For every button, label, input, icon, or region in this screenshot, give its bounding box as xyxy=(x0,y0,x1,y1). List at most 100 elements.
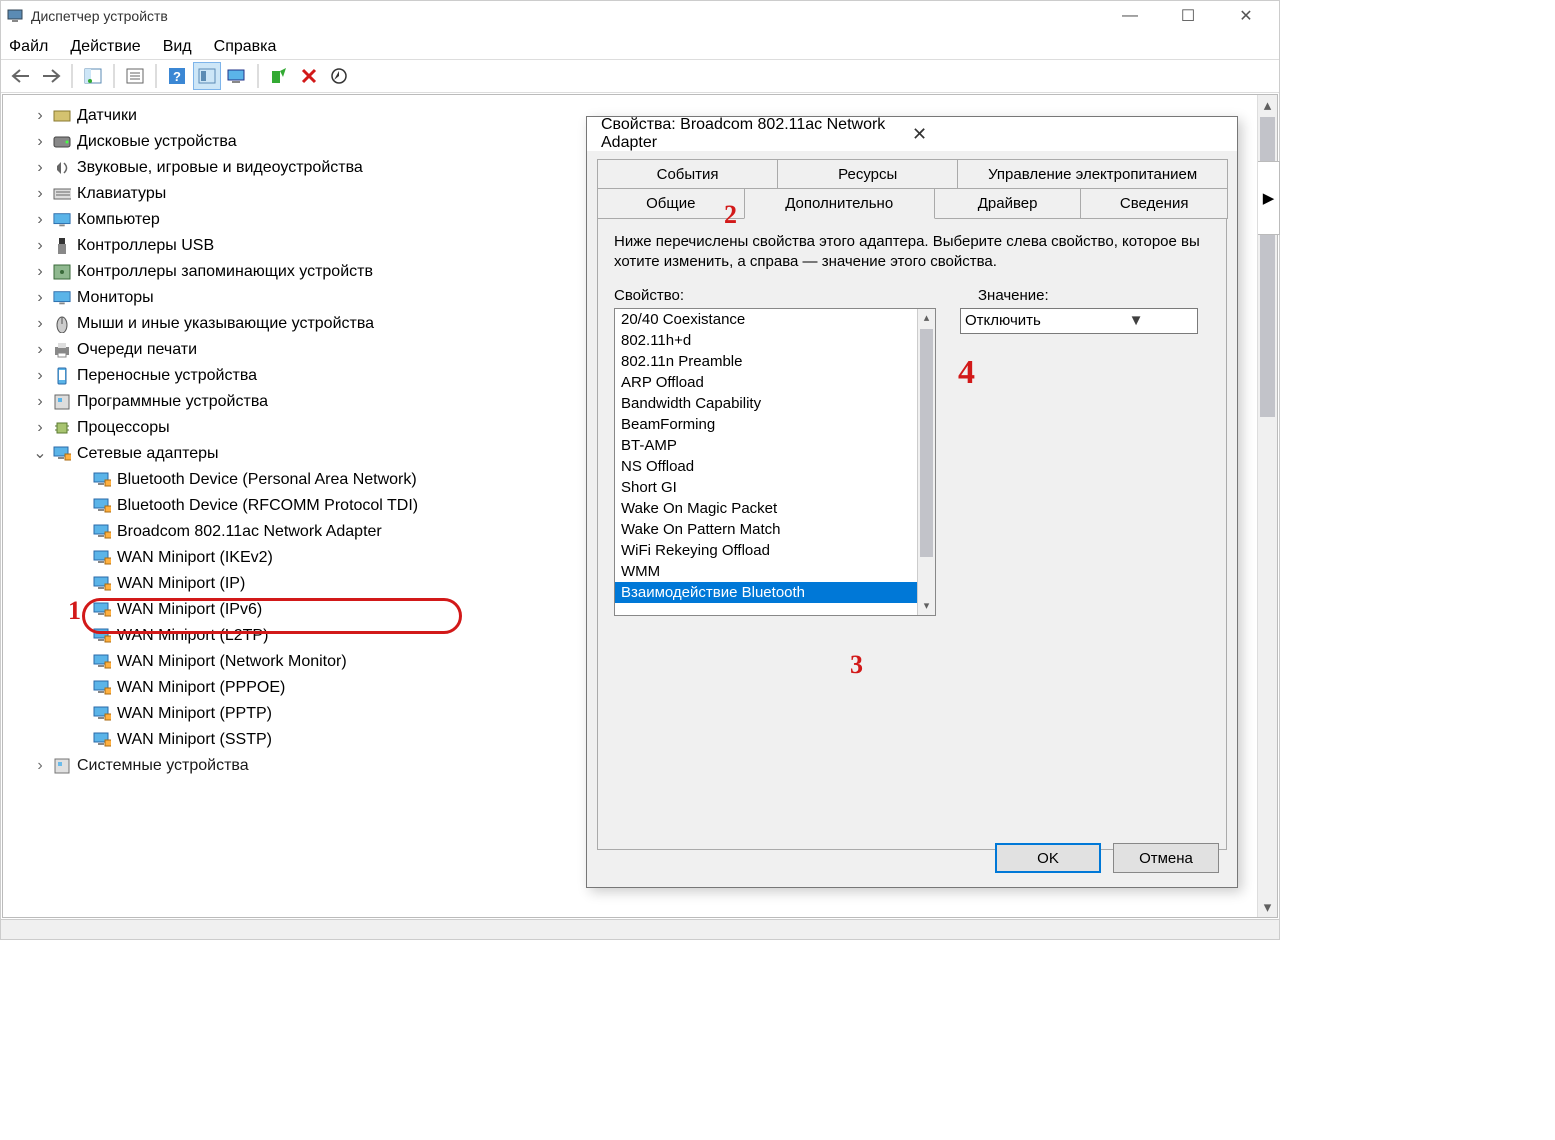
expand-icon[interactable] xyxy=(33,759,47,773)
device-label: WAN Miniport (IP) xyxy=(117,575,245,593)
expand-icon[interactable] xyxy=(33,447,47,461)
properties-dialog: Свойства: Broadcom 802.11ac Network Adap… xyxy=(586,116,1238,888)
expand-icon[interactable] xyxy=(33,343,47,357)
category-icon xyxy=(53,315,71,333)
expand-icon[interactable] xyxy=(33,161,47,175)
category-label: Контроллеры запоминающих устройств xyxy=(77,263,373,281)
device-label: Bluetooth Device (Personal Area Network) xyxy=(117,471,417,489)
close-button[interactable]: ✕ xyxy=(1231,6,1261,26)
tab-resources[interactable]: Ресурсы xyxy=(777,159,958,189)
ok-button[interactable]: OK xyxy=(995,843,1101,873)
property-item[interactable]: WiFi Rekeying Offload xyxy=(615,540,935,561)
menu-view[interactable]: Вид xyxy=(163,38,192,56)
device-label: WAN Miniport (L2TP) xyxy=(117,627,268,645)
category-icon xyxy=(53,211,71,229)
property-item[interactable]: BT-AMP xyxy=(615,435,935,456)
scan-changes-button[interactable] xyxy=(325,62,353,90)
category-label: Контроллеры USB xyxy=(77,237,214,255)
scan-hardware-button[interactable] xyxy=(193,62,221,90)
scroll-down-button[interactable]: ▾ xyxy=(1258,897,1277,917)
minimize-button[interactable]: — xyxy=(1115,6,1145,26)
device-label: WAN Miniport (Network Monitor) xyxy=(117,653,347,671)
property-item[interactable]: Взаимодействие Bluetooth xyxy=(615,582,935,603)
statusbar xyxy=(1,919,1279,939)
expand-icon[interactable] xyxy=(33,395,47,409)
property-item[interactable]: 20/40 Coexistance xyxy=(615,309,935,330)
device-icon xyxy=(93,705,111,723)
dialog-title: Свойства: Broadcom 802.11ac Network Adap… xyxy=(601,116,912,152)
listbox-scroll-thumb[interactable] xyxy=(920,329,933,557)
property-item[interactable]: Bandwidth Capability xyxy=(615,393,935,414)
combobox-dropdown-icon[interactable]: ▼ xyxy=(1079,312,1193,329)
property-listbox[interactable]: 20/40 Coexistance802.11h+d802.11n Preamb… xyxy=(614,308,936,616)
property-item[interactable]: ARP Offload xyxy=(615,372,935,393)
dialog-close-button[interactable]: ✕ xyxy=(912,124,1223,145)
category-label: Компьютер xyxy=(77,211,160,229)
uninstall-device-button[interactable] xyxy=(295,62,323,90)
category-icon xyxy=(53,263,71,281)
property-item[interactable]: Short GI xyxy=(615,477,935,498)
tab-details[interactable]: Сведения xyxy=(1080,189,1228,219)
expand-icon[interactable] xyxy=(33,421,47,435)
tab-power[interactable]: Управление электропитанием xyxy=(957,159,1228,189)
device-label: WAN Miniport (IKEv2) xyxy=(117,549,273,567)
category-label: Мыши и иные указывающие устройства xyxy=(77,315,374,333)
maximize-button[interactable]: ☐ xyxy=(1173,6,1203,26)
expand-icon[interactable] xyxy=(33,369,47,383)
tab-events[interactable]: События xyxy=(597,159,778,189)
update-driver-button[interactable] xyxy=(223,62,251,90)
category-label: Переносные устройства xyxy=(77,367,257,385)
overflow-forward-button[interactable]: ▶ xyxy=(1258,161,1280,235)
tab-driver[interactable]: Драйвер xyxy=(934,189,1082,219)
cancel-button[interactable]: Отмена xyxy=(1113,843,1219,873)
expand-icon[interactable] xyxy=(33,213,47,227)
forward-button[interactable] xyxy=(37,62,65,90)
property-item[interactable]: Wake On Magic Packet xyxy=(615,498,935,519)
properties-button[interactable] xyxy=(121,62,149,90)
enable-device-button[interactable] xyxy=(265,62,293,90)
property-item[interactable]: NS Offload xyxy=(615,456,935,477)
property-item[interactable]: BeamForming xyxy=(615,414,935,435)
category-icon xyxy=(53,159,71,177)
expand-icon[interactable] xyxy=(33,265,47,279)
device-icon xyxy=(93,549,111,567)
expand-icon[interactable] xyxy=(33,239,47,253)
listbox-scrollbar[interactable]: ▴ ▾ xyxy=(917,309,935,615)
show-hide-tree-button[interactable] xyxy=(79,62,107,90)
app-icon xyxy=(7,8,23,24)
expand-icon[interactable] xyxy=(33,135,47,149)
property-item[interactable]: WMM xyxy=(615,561,935,582)
category-label: Системные устройства xyxy=(77,757,249,775)
property-label: Свойство: xyxy=(614,287,954,304)
expand-icon[interactable] xyxy=(33,317,47,331)
category-icon xyxy=(53,341,71,359)
scroll-up-button[interactable]: ▴ xyxy=(1258,95,1277,115)
category-icon xyxy=(53,107,71,125)
property-item[interactable]: 802.11h+d xyxy=(615,330,935,351)
category-label: Дисковые устройства xyxy=(77,133,237,151)
category-label: Процессоры xyxy=(77,419,170,437)
menu-file[interactable]: Файл xyxy=(9,38,48,56)
tab-general[interactable]: Общие xyxy=(597,189,745,219)
menu-action[interactable]: Действие xyxy=(70,38,140,56)
tab-advanced[interactable]: Дополнительно xyxy=(744,189,935,219)
back-button[interactable] xyxy=(7,62,35,90)
tab-row-1: События Ресурсы Управление электропитани… xyxy=(597,159,1227,189)
device-label: WAN Miniport (IPv6) xyxy=(117,601,262,619)
expand-icon[interactable] xyxy=(33,109,47,123)
device-icon xyxy=(93,731,111,749)
listbox-scroll-down[interactable]: ▾ xyxy=(918,597,935,615)
expand-icon[interactable] xyxy=(33,187,47,201)
category-icon xyxy=(53,419,71,437)
property-item[interactable]: Wake On Pattern Match xyxy=(615,519,935,540)
listbox-scroll-up[interactable]: ▴ xyxy=(918,309,935,327)
expand-icon[interactable] xyxy=(33,291,47,305)
advanced-description: Ниже перечислены свойства этого адаптера… xyxy=(614,232,1210,273)
category-icon xyxy=(53,393,71,411)
menu-help[interactable]: Справка xyxy=(214,38,277,56)
toolbar: ? xyxy=(1,59,1279,93)
category-label: Клавиатуры xyxy=(77,185,166,203)
help-button[interactable]: ? xyxy=(163,62,191,90)
value-combobox[interactable]: Отключить ▼ xyxy=(960,308,1198,334)
property-item[interactable]: 802.11n Preamble xyxy=(615,351,935,372)
